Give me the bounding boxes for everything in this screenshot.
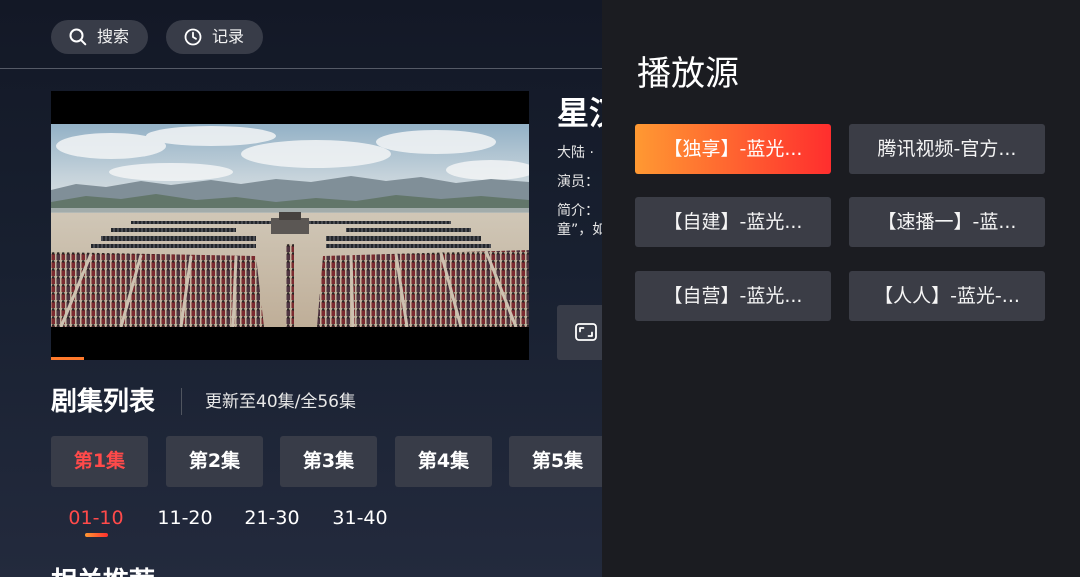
episode-button[interactable]: 第4集 [395,436,492,487]
play-source-panel: 播放源 【独享】-蓝光... 腾讯视频-官方... 【自建】-蓝光... 【速播… [602,0,1080,577]
source-option[interactable]: 【速播一】-蓝... [849,197,1045,247]
troop-column-center [286,244,294,327]
search-icon [69,28,87,46]
distant-troop-row [91,244,256,248]
video-player[interactable] [51,91,529,360]
source-option[interactable]: 【自营】-蓝光... [635,271,831,321]
cloud [376,130,496,154]
fullscreen-icon [575,323,597,341]
show-meta: 大陆 · [557,145,594,161]
history-button-label: 记录 [212,27,245,46]
episode-range-tab[interactable]: 11-20 [155,505,215,531]
video-frame [51,124,529,327]
formation-lane [349,254,355,327]
fullscreen-icon-graphic [575,323,597,341]
platform-base [271,218,309,234]
fullscreen-button[interactable] [557,305,602,360]
show-title: 星汉 [557,94,602,132]
episode-range-tab[interactable]: 21-30 [242,505,302,531]
cast-label: 演员： [557,174,599,190]
clock-icon-hands [192,31,197,40]
episode-button[interactable]: 第5集 [509,436,602,487]
playback-progress [51,357,85,360]
fullscreen-icon-frame [575,323,597,341]
troop-formation-right [317,250,529,327]
play-source-title: 播放源 [637,54,739,94]
episode-update-status: 更新至40集/全56集 [205,392,356,412]
source-option[interactable]: 【独享】-蓝光... [635,124,831,174]
recommend-heading: 相关推荐 [51,567,251,577]
episode-button[interactable]: 第3集 [280,436,377,487]
history-button[interactable]: 记录 [166,20,263,54]
platform-top [279,212,301,220]
cloud [241,140,391,168]
episode-button[interactable]: 第2集 [166,436,263,487]
distant-troop-row [326,244,491,248]
intro-label: 简介： [557,203,599,219]
clock-icon-graphic [184,28,202,46]
clock-icon [184,28,202,46]
intro-text: 童”，如 [557,222,602,238]
cloud [109,163,233,181]
fullscreen-icon-corner [579,327,585,333]
episode-button[interactable]: 第1集 [51,436,148,487]
distant-troop-row [346,228,471,232]
top-bar-divider [0,68,602,69]
source-option[interactable]: 腾讯视频-官方... [849,124,1045,174]
search-icon-handle [80,39,87,46]
search-button-label: 搜索 [97,27,130,46]
fullscreen-icon-corner [587,331,593,337]
distant-troop-row [326,236,481,241]
source-option[interactable]: 【自建】-蓝光... [635,197,831,247]
distant-troop-row [101,236,256,241]
episode-list-heading: 剧集列表 [51,387,156,417]
show-detail-page: 搜索 记录 星 大陆 · 演员： 简介： 童”，如 剧集列表 更新至40集/全5… [0,0,602,577]
cloud [146,126,276,146]
heading-divider [181,388,182,415]
distant-troop-row [111,228,236,232]
search-button[interactable]: 搜索 [51,20,148,54]
episode-range-tab[interactable]: 31-40 [330,505,390,531]
search-icon-graphic [69,28,87,46]
source-option[interactable]: 【人人】-蓝光-... [849,271,1045,321]
episode-range-tab[interactable]: 01-10 [66,505,126,537]
